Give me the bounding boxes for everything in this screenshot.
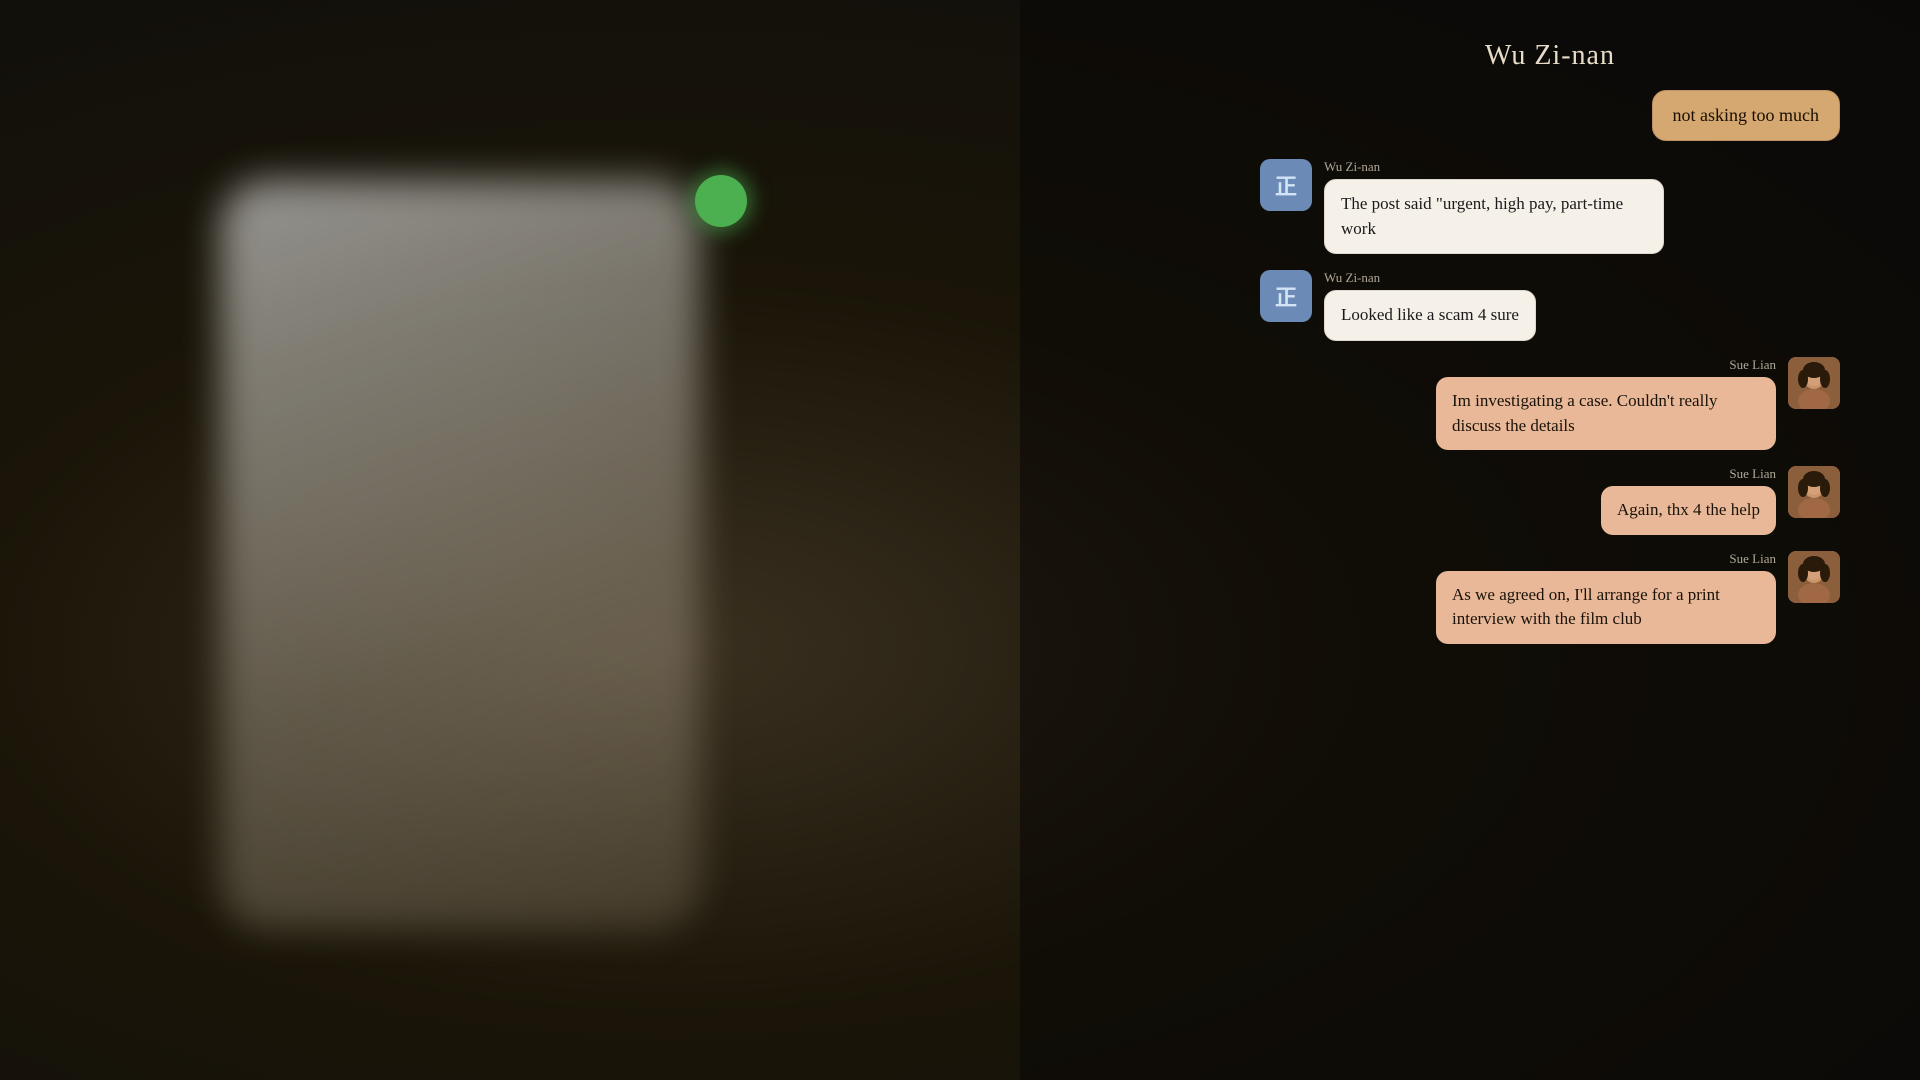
- sender-wu-1: Wu Zi-nan: [1324, 159, 1380, 175]
- message-row-5: Sue Lian Again, thx 4 the help: [1260, 466, 1840, 535]
- bubble-wu-1: The post said "urgent, high pay, part-ti…: [1324, 179, 1664, 254]
- bubble-not-asking: not asking too much: [1652, 90, 1841, 141]
- sue-avatar-svg-3: [1788, 551, 1840, 603]
- sue-avatar-svg-1: [1788, 357, 1840, 409]
- sender-sue-1: Sue Lian: [1729, 357, 1776, 373]
- avatar-sue-3: [1788, 551, 1840, 603]
- avatar-wu-1: 正: [1260, 159, 1312, 211]
- message-row-4: Sue Lian Im investigating a case. Couldn…: [1260, 357, 1840, 450]
- message-row-2: 正 Wu Zi-nan The post said "urgent, high …: [1260, 159, 1840, 254]
- bubble-sue-2: Again, thx 4 the help: [1601, 486, 1776, 535]
- chat-panel: Wu Zi-nan not asking too much 正 Wu Zi-na…: [1260, 40, 1840, 660]
- sender-sue-3: Sue Lian: [1729, 551, 1776, 567]
- avatar-sue-2: [1788, 466, 1840, 518]
- sender-sue-2: Sue Lian: [1729, 466, 1776, 482]
- bubble-sue-1: Im investigating a case. Couldn't really…: [1436, 377, 1776, 450]
- bubble-sue-3: As we agreed on, I'll arrange for a prin…: [1436, 571, 1776, 644]
- sue-avatar-svg-2: [1788, 466, 1840, 518]
- chat-contact-name: Wu Zi-nan: [1260, 40, 1840, 72]
- msg-block-wu-1: Wu Zi-nan The post said "urgent, high pa…: [1324, 159, 1664, 254]
- wu-avatar-char: 正: [1275, 169, 1297, 201]
- msg-block-sue-1: Sue Lian Im investigating a case. Couldn…: [1436, 357, 1776, 450]
- message-row-1: not asking too much: [1260, 90, 1840, 141]
- msg-block-wu-2: Wu Zi-nan Looked like a scam 4 sure: [1324, 270, 1536, 341]
- msg-block-sue-2: Sue Lian Again, thx 4 the help: [1601, 466, 1776, 535]
- avatar-wu-2: 正: [1260, 270, 1312, 322]
- avatar-sue-1: [1788, 357, 1840, 409]
- phone-blur-overlay: [220, 180, 700, 930]
- sender-wu-2: Wu Zi-nan: [1324, 270, 1380, 286]
- msg-block-sue-3: Sue Lian As we agreed on, I'll arrange f…: [1436, 551, 1776, 644]
- green-dot-decoration: [695, 175, 747, 227]
- message-row-3: 正 Wu Zi-nan Looked like a scam 4 sure: [1260, 270, 1840, 341]
- wu-avatar-char-2: 正: [1275, 280, 1297, 312]
- bubble-wu-2: Looked like a scam 4 sure: [1324, 290, 1536, 341]
- message-row-6: Sue Lian As we agreed on, I'll arrange f…: [1260, 551, 1840, 644]
